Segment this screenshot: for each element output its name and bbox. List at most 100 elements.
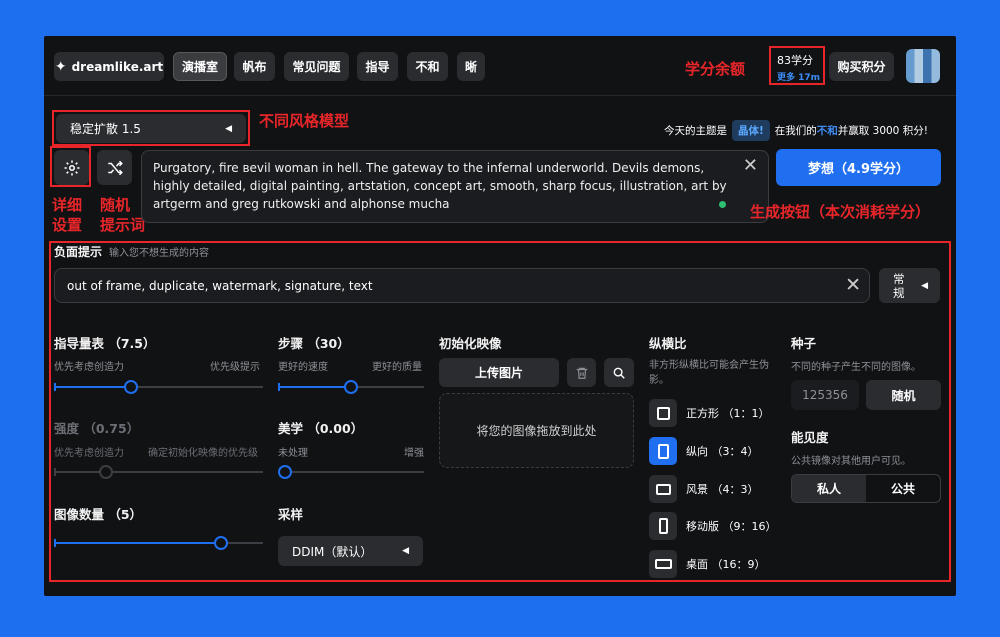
strength-label: 强度 （0.75） — [54, 421, 140, 436]
theme-middle: 在我们的 — [774, 125, 817, 137]
aspect-label: 纵横比 — [649, 336, 687, 351]
trash-icon — [576, 367, 587, 379]
landscape-icon — [649, 475, 677, 503]
credits-more: 更多 17m — [777, 73, 821, 83]
dream-button[interactable]: 梦想（4.9学分） — [776, 149, 941, 186]
desktop-icon — [649, 550, 677, 578]
theme-before: 今天的主题是 — [664, 125, 727, 137]
caret-left-icon: ◀ — [402, 546, 409, 556]
sparkle-icon: ✦ — [54, 58, 67, 75]
negative-prompt-input[interactable]: out of frame, duplicate, watermark, sign… — [54, 268, 870, 303]
clear-prompt-icon[interactable]: ✕ — [743, 157, 758, 175]
upload-image-button[interactable]: 上传图片 — [439, 358, 559, 387]
aspect-option-square[interactable]: 正方形 （1：1） — [649, 399, 770, 427]
square-icon — [649, 399, 677, 427]
steps-left: 更好的速度 — [278, 362, 328, 373]
guidance-left: 优先考虑创造力 — [54, 362, 124, 373]
aesthetic-left: 未处理 — [278, 448, 308, 459]
strength-right: 确定初始化映像的优先级 — [148, 448, 258, 459]
image-dropzone[interactable]: 将您的图像拖放到此处 — [439, 393, 634, 468]
slider-thumb[interactable] — [124, 380, 139, 394]
image-count-slider[interactable] — [54, 536, 263, 550]
credits-balance[interactable]: 83学分 更多 17m — [769, 46, 825, 85]
guidance-right: 优先级提示 — [210, 362, 260, 373]
aspect-option-label: 正方形 （1：1） — [686, 407, 770, 420]
aspect-option-desktop[interactable]: 桌面 （16：9） — [649, 550, 766, 578]
aspect-option-mobile[interactable]: 移动版 （9：16） — [649, 512, 777, 540]
image-count-label: 图像数量 （5） — [54, 507, 143, 522]
nav-item-faq[interactable]: 常见问题 — [284, 52, 349, 81]
prompt-input[interactable]: Purgatory, fire вevil woman in hell. The… — [141, 150, 769, 223]
aspect-option-label: 纵向 （3：4） — [686, 445, 759, 458]
aspect-option-label: 移动版 （9：16） — [686, 520, 777, 533]
annotation-settings: 详细 设置 — [52, 195, 82, 235]
visibility-toggle[interactable]: 私人 公共 — [791, 474, 941, 503]
aspect-hint: 非方形纵横比可能会产生伪 影。 — [649, 358, 769, 388]
aspect-option-label: 风景 （4：3） — [686, 483, 759, 496]
theme-after: 并赢取 3000 积分! — [837, 125, 928, 137]
annotation-random: 随机 提示词 — [100, 195, 145, 235]
aspect-option-label: 桌面 （16：9） — [686, 558, 766, 571]
seed-label: 种子 — [791, 336, 817, 351]
prompt-text: Purgatory, fire вevil woman in hell. The… — [153, 161, 727, 211]
annotation-box-model — [52, 110, 250, 146]
steps-right: 更好的质量 — [372, 362, 422, 373]
negative-label: 负面提示 — [54, 245, 103, 259]
logo-text: dreamlike.art — [71, 59, 164, 74]
shuffle-icon — [107, 160, 123, 175]
search-image-button[interactable] — [604, 358, 634, 387]
aesthetic-right: 增强 — [404, 448, 424, 459]
slider-thumb[interactable] — [344, 380, 358, 394]
app-window: ✦ dreamlike.art 演播室 帆布 常见问题 指导 不和 晰 学分余额… — [44, 36, 956, 596]
credits-value: 83学分 — [777, 54, 813, 67]
aesthetic-slider[interactable] — [278, 465, 424, 479]
delete-image-button[interactable] — [567, 358, 596, 387]
annotation-settings-line1: 详细 — [52, 196, 83, 214]
portrait-icon — [649, 437, 677, 465]
negative-mode-line1: 常 — [893, 271, 905, 286]
avatar[interactable] — [906, 49, 940, 83]
random-prompt-button[interactable] — [97, 150, 132, 185]
slider-thumb[interactable] — [278, 465, 292, 479]
theme-banner: 今天的主题是 晶体! 在我们的 不和 并赢取 3000 积分! — [664, 120, 928, 141]
guidance-slider[interactable] — [54, 380, 263, 394]
caret-left-icon: ◀ — [921, 280, 928, 291]
logo[interactable]: ✦ dreamlike.art — [54, 52, 164, 81]
aspect-option-landscape[interactable]: 风景 （4：3） — [649, 475, 759, 503]
sampler-label: 采样 — [278, 507, 304, 522]
sampler-select[interactable]: DDIM（默认） ◀ — [278, 536, 423, 566]
annotation-box-settings — [50, 146, 91, 187]
visibility-public[interactable]: 公共 — [866, 475, 940, 502]
steps-slider[interactable] — [278, 380, 424, 394]
negative-hint: 输入您不想生成的内容 — [109, 248, 209, 259]
nav-item-guide[interactable]: 指导 — [357, 52, 398, 81]
nav-item-studio[interactable]: 演播室 — [173, 52, 227, 81]
nav-item-discord[interactable]: 不和 — [407, 52, 448, 81]
clear-negative-icon[interactable]: ✕ — [845, 274, 861, 296]
steps-label: 步骤 （30） — [278, 336, 350, 351]
annotation-random-line2: 提示词 — [100, 216, 146, 234]
annotation-random-line1: 随机 — [100, 196, 131, 214]
visibility-label: 能见度 — [791, 430, 829, 445]
annotation-credits: 学分余额 — [685, 60, 746, 78]
init-image-label: 初始化映像 — [439, 336, 502, 351]
nav-item-canvas[interactable]: 帆布 — [234, 52, 275, 81]
nav-item-twitter[interactable]: 晰 — [457, 52, 485, 81]
annotation-generate: 生成按钮（本次消耗学分） — [750, 203, 931, 221]
seed-input[interactable]: 125356 — [791, 380, 859, 410]
mobile-icon — [649, 512, 677, 540]
strength-left: 优先考虑创造力 — [54, 448, 124, 459]
theme-discord-link[interactable]: 不和 — [817, 123, 838, 138]
negative-mode-select[interactable]: 常 规 ◀ — [879, 268, 940, 303]
aspect-option-portrait[interactable]: 纵向 （3：4） — [649, 437, 759, 465]
slider-thumb[interactable] — [214, 536, 229, 550]
top-nav: ✦ dreamlike.art 演播室 帆布 常见问题 指导 不和 晰 学分余额… — [44, 36, 956, 96]
visibility-private[interactable]: 私人 — [792, 475, 866, 502]
buy-credits-button[interactable]: 购买积分 — [829, 52, 894, 81]
seed-hint: 不同的种子产生不同的图像。 — [791, 362, 921, 373]
strength-slider — [54, 465, 263, 479]
theme-tag[interactable]: 晶体! — [732, 120, 770, 141]
guidance-label: 指导量表 （7.5） — [54, 336, 156, 351]
aesthetic-label: 美学 （0.00） — [278, 421, 364, 436]
random-seed-button[interactable]: 随机 — [866, 380, 941, 410]
